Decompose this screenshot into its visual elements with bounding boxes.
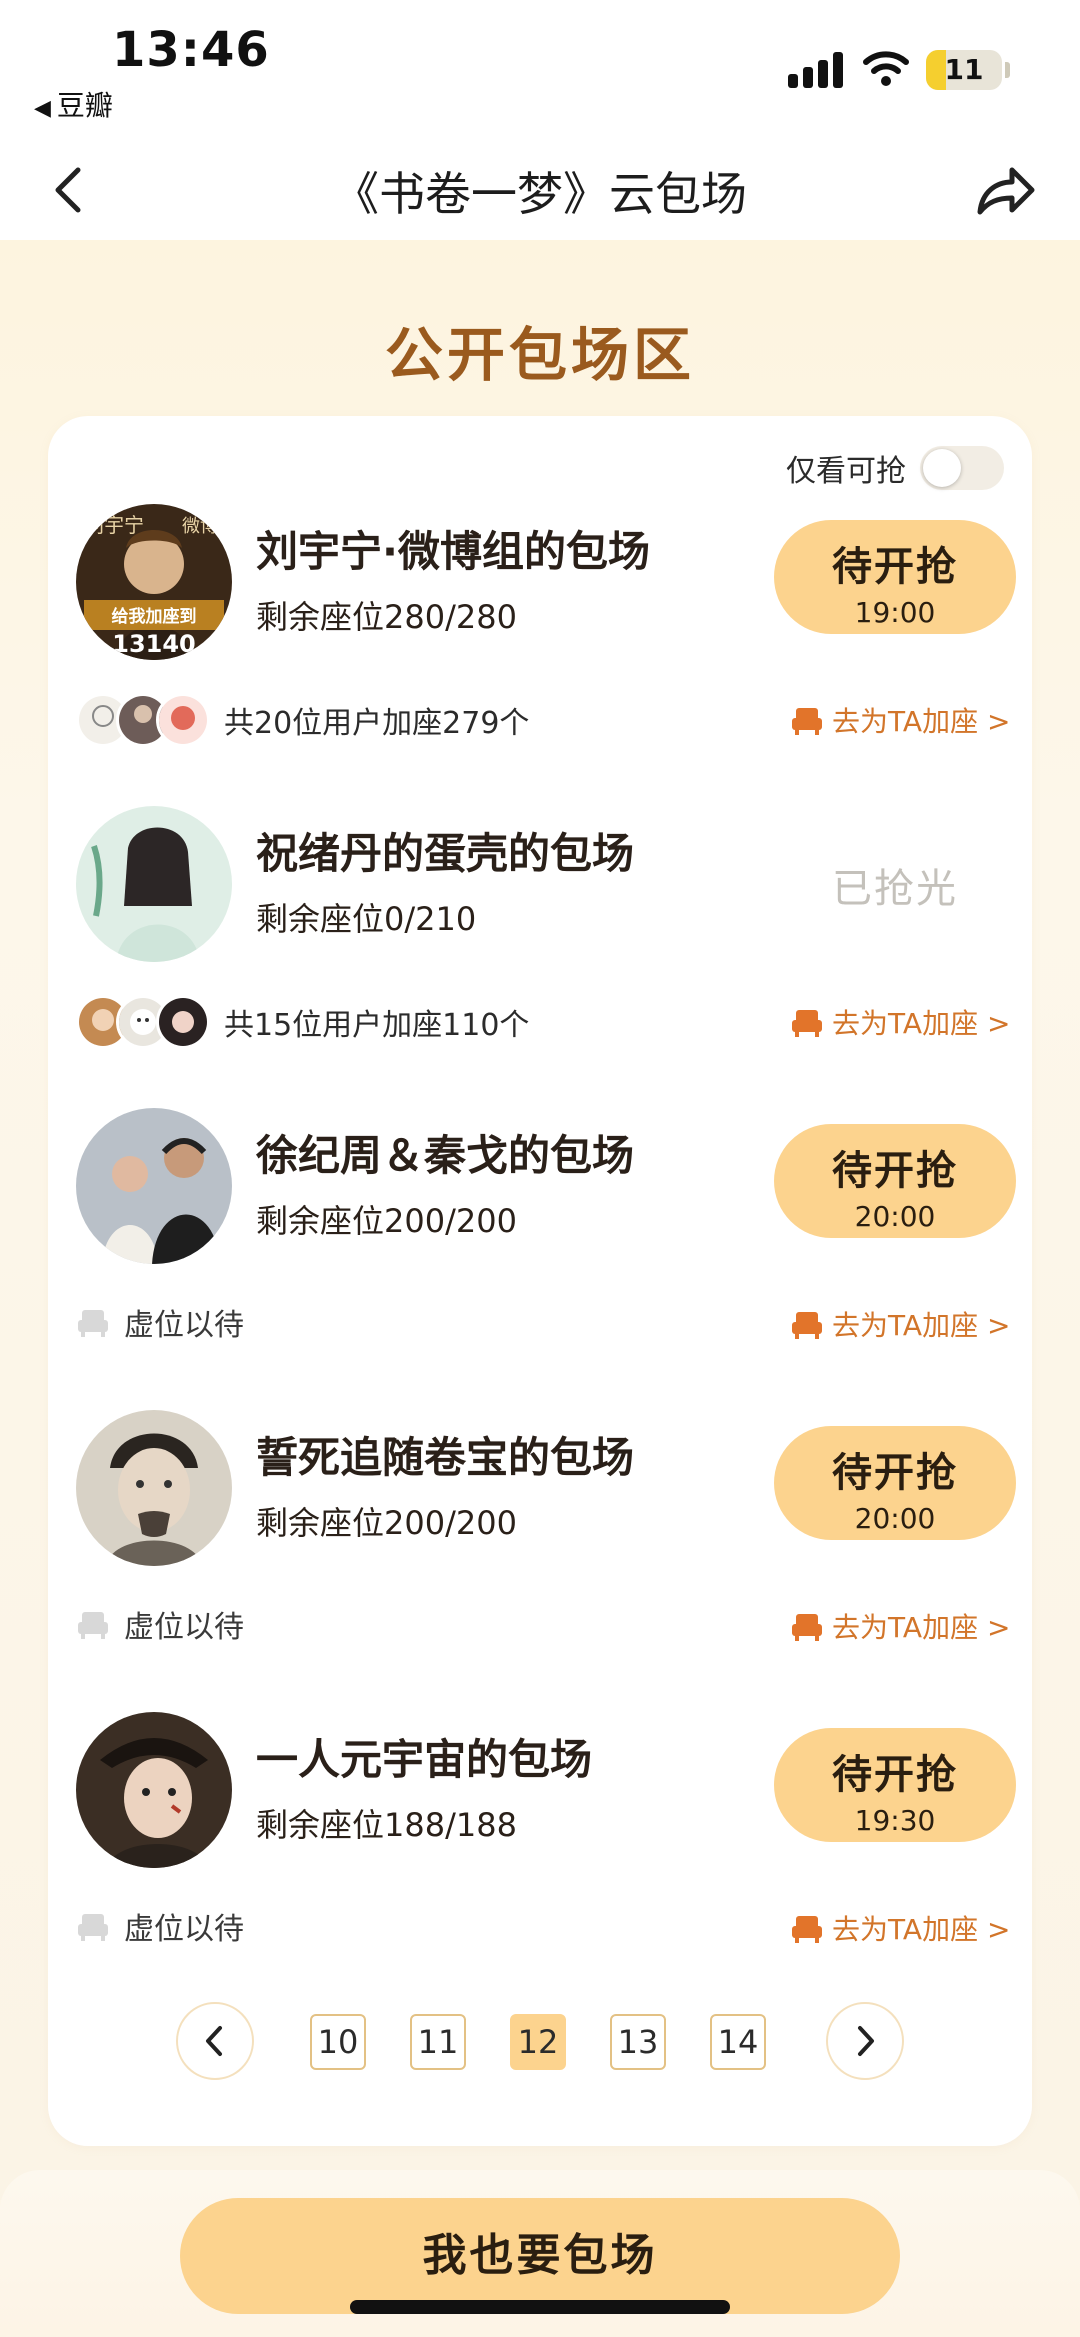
grab-button[interactable]: 待开抢 20:00 xyxy=(774,1124,1016,1238)
grab-time: 19:30 xyxy=(854,1804,936,1837)
screening-title[interactable]: 祝绪丹的蛋壳的包场 xyxy=(256,820,634,881)
prev-page-button[interactable] xyxy=(176,2002,254,2080)
list-item[interactable]: 一人元宇宙的包场 剩余座位188/188 待开抢 19:30 虚位以待 去为TA… xyxy=(48,1712,1032,2012)
page-13[interactable]: 13 xyxy=(610,2014,666,2070)
add-seat-link[interactable]: 去为TA加座 > xyxy=(790,1002,1010,1042)
grab-status: 待开抢 xyxy=(832,1148,958,1194)
page-10[interactable]: 10 xyxy=(310,2014,366,2070)
screening-title[interactable]: 刘宇宁·微博组的包场 xyxy=(256,518,650,579)
add-seat-label: 去为TA加座 > xyxy=(832,1913,1011,1946)
vacant-seats: 虚位以待 xyxy=(76,1300,244,1344)
remaining-seats: 剩余座位200/200 xyxy=(256,1202,517,1240)
avatar-text-right: 微博组 xyxy=(182,516,232,537)
cellular-signal-icon xyxy=(788,52,844,88)
vacant-text: 虚位以待 xyxy=(124,1610,244,1645)
filter-available-only[interactable]: 仅看可抢 xyxy=(786,444,1004,492)
avatar-slogan: 给我加座到 xyxy=(112,606,197,627)
remaining-seats: 剩余座位188/188 xyxy=(256,1806,517,1844)
vacant-seats: 虚位以待 xyxy=(76,1602,244,1646)
status-bar: 13:46 ◀ 豆瓣 11 xyxy=(0,0,1080,140)
next-page-button[interactable] xyxy=(826,2002,904,2080)
grab-button[interactable]: 待开抢 19:30 xyxy=(774,1728,1016,1842)
share-icon[interactable] xyxy=(972,158,1038,222)
grab-status: 待开抢 xyxy=(832,544,958,590)
page-12-current[interactable]: 12 xyxy=(510,2014,566,2070)
screening-title[interactable]: 徐纪周＆秦戈的包场 xyxy=(256,1122,634,1183)
list-item[interactable]: 祝绪丹的蛋壳的包场 剩余座位0/210 已抢光 共15位用户加座110个 去为T… xyxy=(48,806,1032,1106)
grab-time: 20:00 xyxy=(854,1200,936,1233)
remaining-seats: 剩余座位0/210 xyxy=(256,900,477,938)
add-seat-link[interactable]: 去为TA加座 > xyxy=(790,1908,1010,1948)
add-seat-link[interactable]: 去为TA加座 > xyxy=(790,1606,1010,1646)
wifi-icon xyxy=(863,51,909,86)
avatar xyxy=(76,1410,232,1566)
seat-icon xyxy=(792,708,822,735)
avatar-number: 13140 xyxy=(112,630,196,658)
grab-button[interactable]: 待开抢 19:00 xyxy=(774,520,1016,634)
joined-users[interactable]: 共15位用户加座110个 xyxy=(76,992,529,1052)
sold-out-label: 已抢光 xyxy=(832,866,958,912)
avatar: 刘宇宁 微博组 给我加座到 13140 xyxy=(76,504,232,660)
grab-status: 待开抢 xyxy=(832,1752,958,1798)
joined-users-text: 共20位用户加座279个 xyxy=(224,706,530,741)
seat-placeholder-icon xyxy=(78,1310,108,1337)
add-seat-label: 去为TA加座 > xyxy=(832,1007,1011,1040)
page-14[interactable]: 14 xyxy=(710,2014,766,2070)
seat-icon xyxy=(792,1614,822,1641)
user-avatar xyxy=(156,693,210,747)
grab-button[interactable]: 待开抢 20:00 xyxy=(774,1426,1016,1540)
screening-title[interactable]: 一人元宇宙的包场 xyxy=(256,1726,592,1787)
pagination: 10 11 12 13 14 xyxy=(0,2002,1080,2082)
list-item[interactable]: 誓死追随卷宝的包场 剩余座位200/200 待开抢 20:00 虚位以待 去为T… xyxy=(48,1410,1032,1710)
filter-toggle[interactable] xyxy=(920,446,1004,490)
home-indicator xyxy=(350,2300,730,2314)
vacant-text: 虚位以待 xyxy=(124,1308,244,1343)
avatar xyxy=(76,806,232,962)
seat-icon xyxy=(792,1916,822,1943)
back-to-app[interactable]: ◀ 豆瓣 xyxy=(34,84,113,124)
seat-icon xyxy=(792,1312,822,1339)
add-seat-link[interactable]: 去为TA加座 > xyxy=(790,1304,1010,1344)
chevron-left-icon xyxy=(206,2026,222,2056)
nav-bar: 《书卷一梦》云包场 xyxy=(0,140,1080,240)
section-title: 公开包场区 xyxy=(384,321,695,389)
grab-time: 20:00 xyxy=(854,1502,936,1535)
remaining-seats: 剩余座位280/280 xyxy=(256,598,517,636)
screening-title[interactable]: 誓死追随卷宝的包场 xyxy=(256,1424,634,1485)
page-title: 《书卷一梦》云包场 xyxy=(333,167,747,221)
seat-placeholder-icon xyxy=(78,1612,108,1639)
avatar-text-left: 刘宇宁 xyxy=(84,513,144,537)
filter-label: 仅看可抢 xyxy=(786,454,906,489)
battery-level: 11 xyxy=(944,53,984,86)
add-seat-label: 去为TA加座 > xyxy=(832,705,1011,738)
grab-status: 待开抢 xyxy=(832,1450,958,1496)
avatar xyxy=(76,1108,232,1264)
status-time: 13:46 xyxy=(112,22,270,78)
seat-icon xyxy=(792,1010,822,1037)
back-triangle-icon: ◀ xyxy=(34,96,51,121)
joined-users-text: 共15位用户加座110个 xyxy=(224,1008,530,1043)
chevron-right-icon xyxy=(858,2026,874,2056)
seat-placeholder-icon xyxy=(78,1914,108,1941)
add-seat-link[interactable]: 去为TA加座 > xyxy=(790,700,1010,740)
list-item[interactable]: 徐纪周＆秦戈的包场 剩余座位200/200 待开抢 20:00 虚位以待 去为T… xyxy=(48,1108,1032,1408)
back-app-label: 豆瓣 xyxy=(56,89,113,122)
list-item[interactable]: 刘宇宁 微博组 给我加座到 13140 刘宇宁·微博组的包场 剩余座位280/2… xyxy=(48,504,1032,804)
avatar xyxy=(76,1712,232,1868)
page-11[interactable]: 11 xyxy=(410,2014,466,2070)
grab-time: 19:00 xyxy=(854,596,936,629)
user-avatar xyxy=(156,995,210,1049)
joined-users[interactable]: 共20位用户加座279个 xyxy=(76,690,529,750)
add-seat-label: 去为TA加座 > xyxy=(832,1611,1011,1644)
create-screening-button[interactable]: 我也要包场 xyxy=(180,2198,900,2314)
battery-icon: 11 xyxy=(926,50,1002,90)
toggle-knob xyxy=(923,449,961,487)
battery-cap xyxy=(1005,62,1010,78)
remaining-seats: 剩余座位200/200 xyxy=(256,1504,517,1542)
vacant-seats: 虚位以待 xyxy=(76,1904,244,1948)
vacant-text: 虚位以待 xyxy=(124,1912,244,1947)
add-seat-label: 去为TA加座 > xyxy=(832,1309,1011,1342)
